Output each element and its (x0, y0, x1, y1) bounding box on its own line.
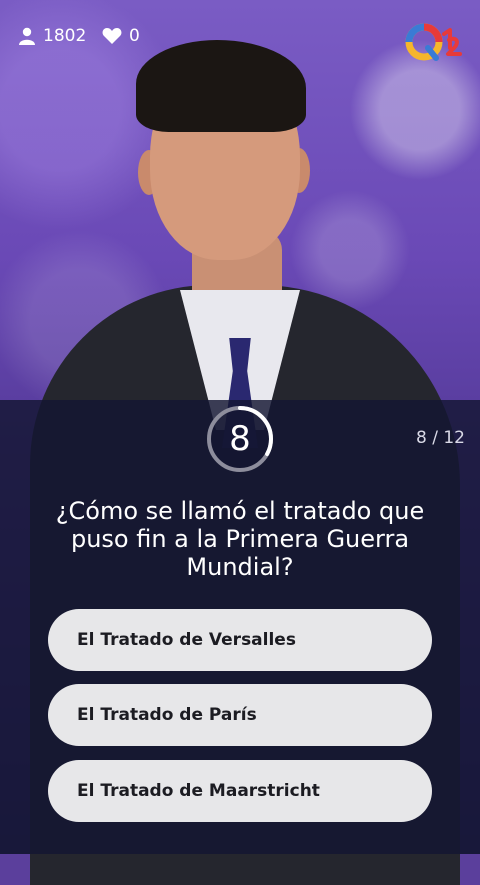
user-icon (19, 27, 35, 45)
answer-option-2[interactable]: El Tratado de París (48, 684, 432, 746)
answer-label: El Tratado de Maarstricht (77, 781, 320, 801)
question-text: ¿Cómo se llamó el tratado que puso fin a… (55, 497, 425, 581)
answer-label: El Tratado de Versalles (77, 630, 296, 650)
answer-option-1[interactable]: El Tratado de Versalles (48, 609, 432, 671)
answer-option-3[interactable]: El Tratado de Maarstricht (48, 760, 432, 822)
lives-count: 0 (102, 26, 140, 46)
top-bar: 1802 0 (0, 0, 480, 80)
players-value: 1802 (43, 26, 87, 46)
players-count: 1802 (18, 26, 86, 46)
timer-value: 8 (229, 419, 251, 459)
answer-label: El Tratado de París (77, 705, 257, 725)
q12-logo (405, 23, 462, 61)
question-progress: 8 / 12 (416, 428, 465, 448)
heart-icon (102, 28, 122, 44)
lives-value: 0 (129, 26, 140, 46)
